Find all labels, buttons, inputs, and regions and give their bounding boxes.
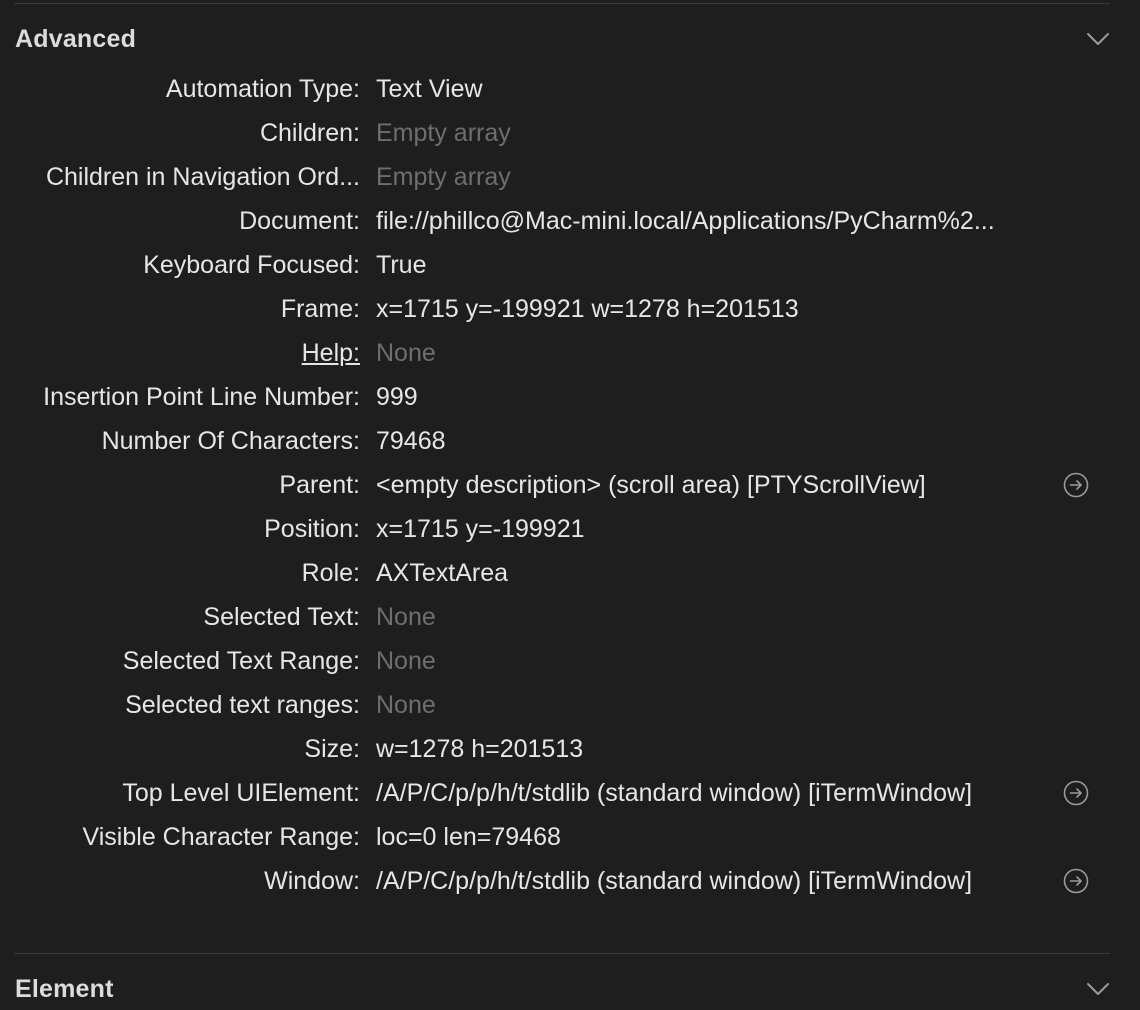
attribute-label: Frame: (280, 294, 360, 323)
navigate-arrow-icon[interactable] (1063, 780, 1089, 806)
attribute-row-automation-type: Automation Type: Text View (0, 67, 1140, 111)
attribute-row-top-level-uielement: Top Level UIElement: /A/P/C/p/p/h/t/stdl… (0, 771, 1140, 815)
advanced-section-title: Advanced (15, 24, 137, 53)
attribute-list: Automation Type: Text View Children: Emp… (0, 67, 1140, 903)
attribute-row-keyboard-focused: Keyboard Focused: True (0, 243, 1140, 287)
attribute-label: Children in Navigation Ord... (45, 162, 360, 191)
attribute-value: w=1278 h=201513 (376, 734, 584, 763)
attribute-row-selected-text-range: Selected Text Range: None (0, 639, 1140, 683)
attribute-row-selected-text: Selected Text: None (0, 595, 1140, 639)
attribute-label: Automation Type: (165, 74, 360, 103)
attribute-value: loc=0 len=79468 (376, 822, 561, 851)
attribute-row-role: Role: AXTextArea (0, 551, 1140, 595)
attribute-value: AXTextArea (376, 558, 509, 587)
attribute-label-container: Help: (0, 339, 360, 368)
inspector-panel: Advanced Automation Type: Text View Chil… (0, 0, 1140, 1010)
attribute-value: x=1715 y=-199921 w=1278 h=201513 (376, 294, 799, 323)
top-divider (14, 3, 1110, 4)
attribute-label: Size: (304, 734, 360, 763)
attribute-label: Selected Text: (203, 602, 360, 631)
attribute-value: 79468 (376, 426, 446, 455)
attribute-label: Selected text ranges: (125, 690, 360, 719)
chevron-down-icon[interactable] (1086, 27, 1110, 51)
attribute-row-number-of-characters: Number Of Characters: 79468 (0, 419, 1140, 463)
attribute-label: Role: (301, 558, 360, 587)
element-section-header[interactable]: Element (15, 972, 1110, 1006)
attribute-value: None (376, 646, 436, 675)
attribute-row-children: Children: Empty array (0, 111, 1140, 155)
attribute-value: file://phillco@Mac-mini.local/Applicatio… (376, 206, 995, 235)
navigate-arrow-icon[interactable] (1063, 472, 1089, 498)
attribute-row-visible-character-range: Visible Character Range: loc=0 len=79468 (0, 815, 1140, 859)
attribute-value: None (376, 690, 436, 719)
attribute-label: Visible Character Range: (82, 822, 360, 851)
attribute-row-selected-text-ranges: Selected text ranges: None (0, 683, 1140, 727)
attribute-value: 999 (376, 382, 418, 411)
attribute-row-document: Document: file://phillco@Mac-mini.local/… (0, 199, 1140, 243)
navigate-arrow-icon[interactable] (1063, 868, 1089, 894)
attribute-label: Number Of Characters: (101, 426, 360, 455)
attribute-label: Selected Text Range: (122, 646, 360, 675)
attribute-label: Window: (264, 866, 360, 895)
attribute-label: Position: (264, 514, 360, 543)
attribute-row-children-navigation-order: Children in Navigation Ord... Empty arra… (0, 155, 1140, 199)
attribute-label: Top Level UIElement: (122, 778, 360, 807)
attribute-row-frame: Frame: x=1715 y=-199921 w=1278 h=201513 (0, 287, 1140, 331)
attribute-value: <empty description> (scroll area) [PTYSc… (376, 470, 926, 499)
attribute-label: Children: (259, 118, 360, 147)
attribute-row-window: Window: /A/P/C/p/p/h/t/stdlib (standard … (0, 859, 1140, 903)
attribute-label: Insertion Point Line Number: (43, 382, 360, 411)
attribute-value: True (376, 250, 427, 279)
attribute-label: Document: (239, 206, 360, 235)
attribute-row-insertion-point: Insertion Point Line Number: 999 (0, 375, 1140, 419)
element-section-title: Element (15, 974, 114, 1003)
advanced-section-header[interactable]: Advanced (15, 22, 1110, 56)
attribute-row-parent: Parent: <empty description> (scroll area… (0, 463, 1140, 507)
chevron-down-icon[interactable] (1086, 977, 1110, 1001)
attribute-label: Keyboard Focused: (143, 250, 360, 279)
attribute-row-help: Help: None (0, 331, 1140, 375)
attribute-value: x=1715 y=-199921 (376, 514, 585, 543)
attribute-value: None (376, 602, 436, 631)
attribute-label: Parent: (279, 470, 360, 499)
attribute-value: /A/P/C/p/p/h/t/stdlib (standard window) … (376, 778, 973, 807)
attribute-row-size: Size: w=1278 h=201513 (0, 727, 1140, 771)
attribute-value: Text View (376, 74, 483, 103)
section-divider (14, 953, 1110, 954)
attribute-value: None (376, 338, 436, 367)
attribute-value: Empty array (376, 118, 511, 147)
attribute-row-position: Position: x=1715 y=-199921 (0, 507, 1140, 551)
attribute-value: /A/P/C/p/p/h/t/stdlib (standard window) … (376, 866, 973, 895)
attribute-value: Empty array (376, 162, 511, 191)
help-link[interactable]: Help: (302, 339, 360, 367)
